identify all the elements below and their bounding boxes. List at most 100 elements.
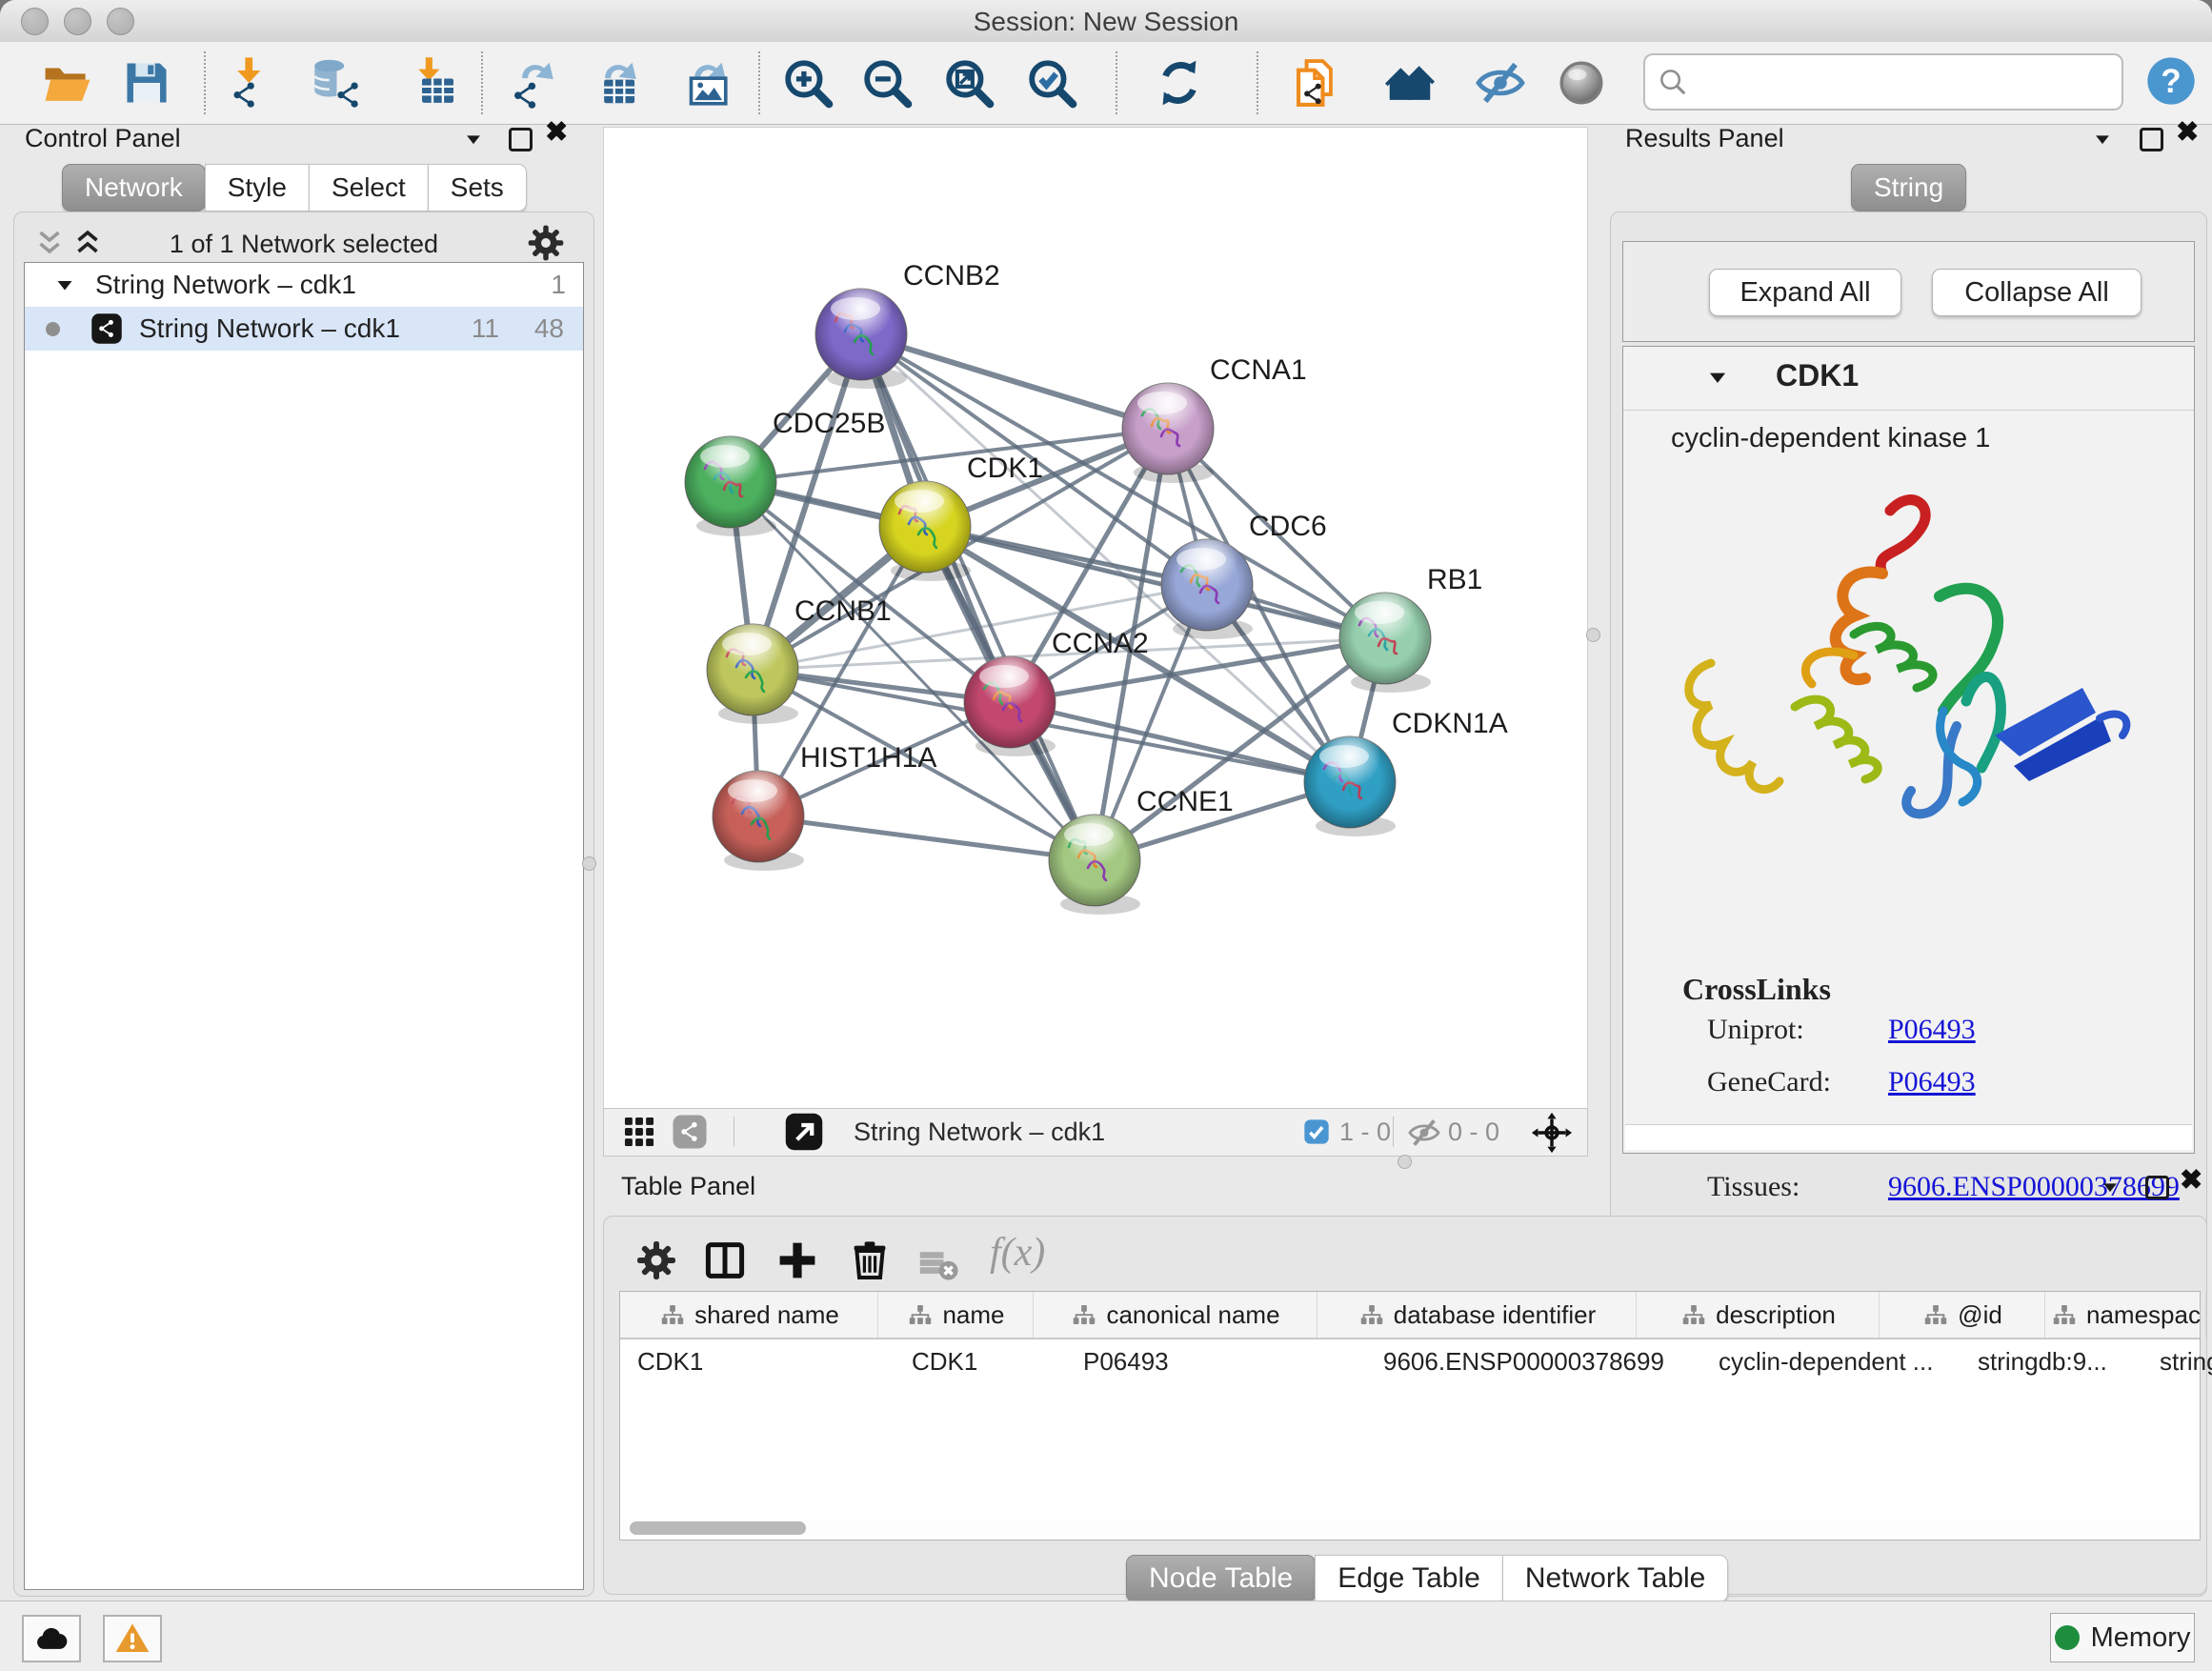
edge-CCNB2-CCNA1[interactable]: [861, 334, 1168, 429]
column-header-canonical-name[interactable]: canonical name: [1034, 1292, 1317, 1338]
string-sphere-icon[interactable]: [1554, 55, 1609, 111]
table-cell[interactable]: stringdb: [2142, 1339, 2212, 1383]
table-hscrollbar-thumb[interactable]: [630, 1521, 806, 1535]
table-panel-close-icon[interactable]: ✖: [2180, 1170, 2202, 1191]
tab-sets[interactable]: Sets: [428, 164, 527, 211]
left-splitter-handle[interactable]: [582, 856, 596, 871]
results-panel-close-icon[interactable]: ✖: [2176, 122, 2199, 143]
node-CDC25B[interactable]: [685, 436, 776, 528]
node-CDK1[interactable]: [879, 481, 971, 573]
collapse-all-button[interactable]: Collapse All: [1932, 269, 2142, 316]
table-cell[interactable]: CDK1: [620, 1339, 895, 1383]
node-CCNA1[interactable]: [1122, 383, 1214, 474]
birds-eye-grid-icon[interactable]: [621, 1114, 657, 1150]
edge-CCNB2-CCNE1[interactable]: [861, 334, 1095, 860]
results-panel-float-icon[interactable]: [2140, 128, 2163, 151]
control-panel-float-icon[interactable]: [509, 128, 533, 151]
cloud-icon[interactable]: [22, 1615, 81, 1662]
table-panel-float-icon[interactable]: [2145, 1176, 2169, 1199]
table-add-icon[interactable]: [774, 1238, 820, 1283]
triangle-down-icon[interactable]: [1705, 366, 1730, 391]
table-panel-collapse-icon[interactable]: [2100, 1178, 2121, 1198]
node-CCNE1[interactable]: [1049, 815, 1140, 906]
export-table-icon[interactable]: [588, 55, 643, 111]
edge-CCNE1-HIST1H1A[interactable]: [758, 816, 1095, 860]
string-protein-query-icon[interactable]: [1287, 55, 1342, 111]
open-session-icon[interactable]: [40, 55, 95, 111]
table-cell[interactable]: 9606.ENSP00000378699: [1366, 1339, 1701, 1383]
table-cell[interactable]: stringdb:9...: [1961, 1339, 2142, 1383]
tab-network[interactable]: Network: [62, 164, 206, 211]
table-delete-icon[interactable]: [847, 1238, 893, 1283]
network-canvas[interactable]: CCNB2CCNA1CDC25BCDK1CDC6RB1CCNB1CCNA2CDK…: [603, 127, 1588, 1110]
table-gear-icon[interactable]: [633, 1238, 679, 1283]
network-tree-row[interactable]: String Network – cdk1 11 48: [25, 307, 583, 351]
export-image-icon[interactable]: [677, 55, 733, 111]
search-icon: [1657, 66, 1689, 98]
tab-node-table[interactable]: Node Table: [1126, 1555, 1316, 1602]
zoom-fit-icon[interactable]: [941, 55, 996, 111]
edge-CDK1-RB1[interactable]: [925, 527, 1385, 638]
column-header--id[interactable]: @id: [1880, 1292, 2045, 1338]
warning-icon[interactable]: [103, 1615, 162, 1662]
table-columns-icon[interactable]: [702, 1238, 748, 1283]
column-header-shared-name[interactable]: shared name: [620, 1292, 878, 1338]
status-bar: Memory: [0, 1601, 2212, 1671]
selected-checkbox-icon[interactable]: [1301, 1117, 1332, 1147]
crosslink-link[interactable]: 9606.ENSP00000378699: [1888, 1171, 2180, 1203]
open-in-window-icon[interactable]: [783, 1111, 825, 1153]
node-CDKN1A[interactable]: [1304, 736, 1396, 828]
zoom-out-icon[interactable]: [859, 55, 915, 111]
import-table-file-icon[interactable]: [401, 55, 456, 111]
table-cell[interactable]: P06493: [1066, 1339, 1366, 1383]
column-header-name[interactable]: name: [878, 1292, 1034, 1338]
hide-labels-icon[interactable]: [1473, 55, 1528, 111]
gene-header[interactable]: CDK1: [1623, 347, 2194, 411]
column-header-namespac[interactable]: namespac: [2045, 1292, 2206, 1338]
column-sort-icon: [1070, 1300, 1098, 1329]
search-field[interactable]: [1643, 53, 2123, 111]
node-CCNA2[interactable]: [964, 656, 1056, 748]
crosslink-link[interactable]: P06493: [1888, 1014, 1976, 1046]
column-header-description[interactable]: description: [1637, 1292, 1880, 1338]
column-header-database-identifier[interactable]: database identifier: [1317, 1292, 1637, 1338]
zoom-in-icon[interactable]: [780, 55, 835, 111]
tab-style[interactable]: Style: [205, 164, 310, 211]
table-cell[interactable]: cyclin-dependent ...: [1701, 1339, 1961, 1383]
tab-network-table[interactable]: Network Table: [1502, 1555, 1729, 1602]
crosslink-link[interactable]: P06493: [1888, 1066, 1976, 1098]
crosshair-icon[interactable]: [1530, 1111, 1574, 1155]
triangle-down-icon[interactable]: [53, 274, 76, 297]
tab-select[interactable]: Select: [309, 164, 429, 211]
control-panel-collapse-icon[interactable]: [463, 130, 484, 151]
node-HIST1H1A[interactable]: [713, 771, 804, 862]
refresh-view-icon[interactable]: [1152, 55, 1207, 111]
import-network-database-icon[interactable]: [309, 55, 364, 111]
bottom-splitter-handle[interactable]: [1398, 1155, 1412, 1169]
import-network-file-icon[interactable]: [221, 55, 276, 111]
zoom-selected-icon[interactable]: [1024, 55, 1079, 111]
gear-icon[interactable]: [525, 222, 567, 264]
save-session-icon[interactable]: [119, 55, 174, 111]
memory-button[interactable]: Memory: [2050, 1613, 2195, 1662]
right-splitter-handle[interactable]: [1586, 628, 1600, 642]
gene-panel-scrollbar[interactable]: [1625, 1124, 2192, 1150]
help-icon[interactable]: ?: [2143, 53, 2199, 109]
tab-edge-table[interactable]: Edge Table: [1315, 1555, 1503, 1602]
share-gray-icon[interactable]: [671, 1113, 709, 1151]
node-RB1[interactable]: [1339, 593, 1431, 684]
network-tree-root-row[interactable]: String Network – cdk1 1: [25, 263, 583, 307]
table-row[interactable]: CDK1CDK1P064939606.ENSP00000378699cyclin…: [620, 1339, 2200, 1383]
node-CDC6[interactable]: [1161, 539, 1253, 631]
node-CCNB2[interactable]: [815, 289, 907, 380]
string-home-icon[interactable]: [1382, 55, 1438, 111]
export-network-icon[interactable]: [505, 55, 560, 111]
table-clear-icon: [917, 1243, 959, 1285]
control-panel-close-icon[interactable]: ✖: [545, 122, 568, 143]
results-panel-collapse-icon[interactable]: [2092, 130, 2113, 151]
tab-string[interactable]: String: [1851, 164, 1966, 211]
table-cell[interactable]: CDK1: [895, 1339, 1066, 1383]
search-input[interactable]: [1689, 61, 2122, 103]
expand-all-button[interactable]: Expand All: [1709, 269, 1901, 316]
node-CCNB1[interactable]: [707, 624, 798, 715]
